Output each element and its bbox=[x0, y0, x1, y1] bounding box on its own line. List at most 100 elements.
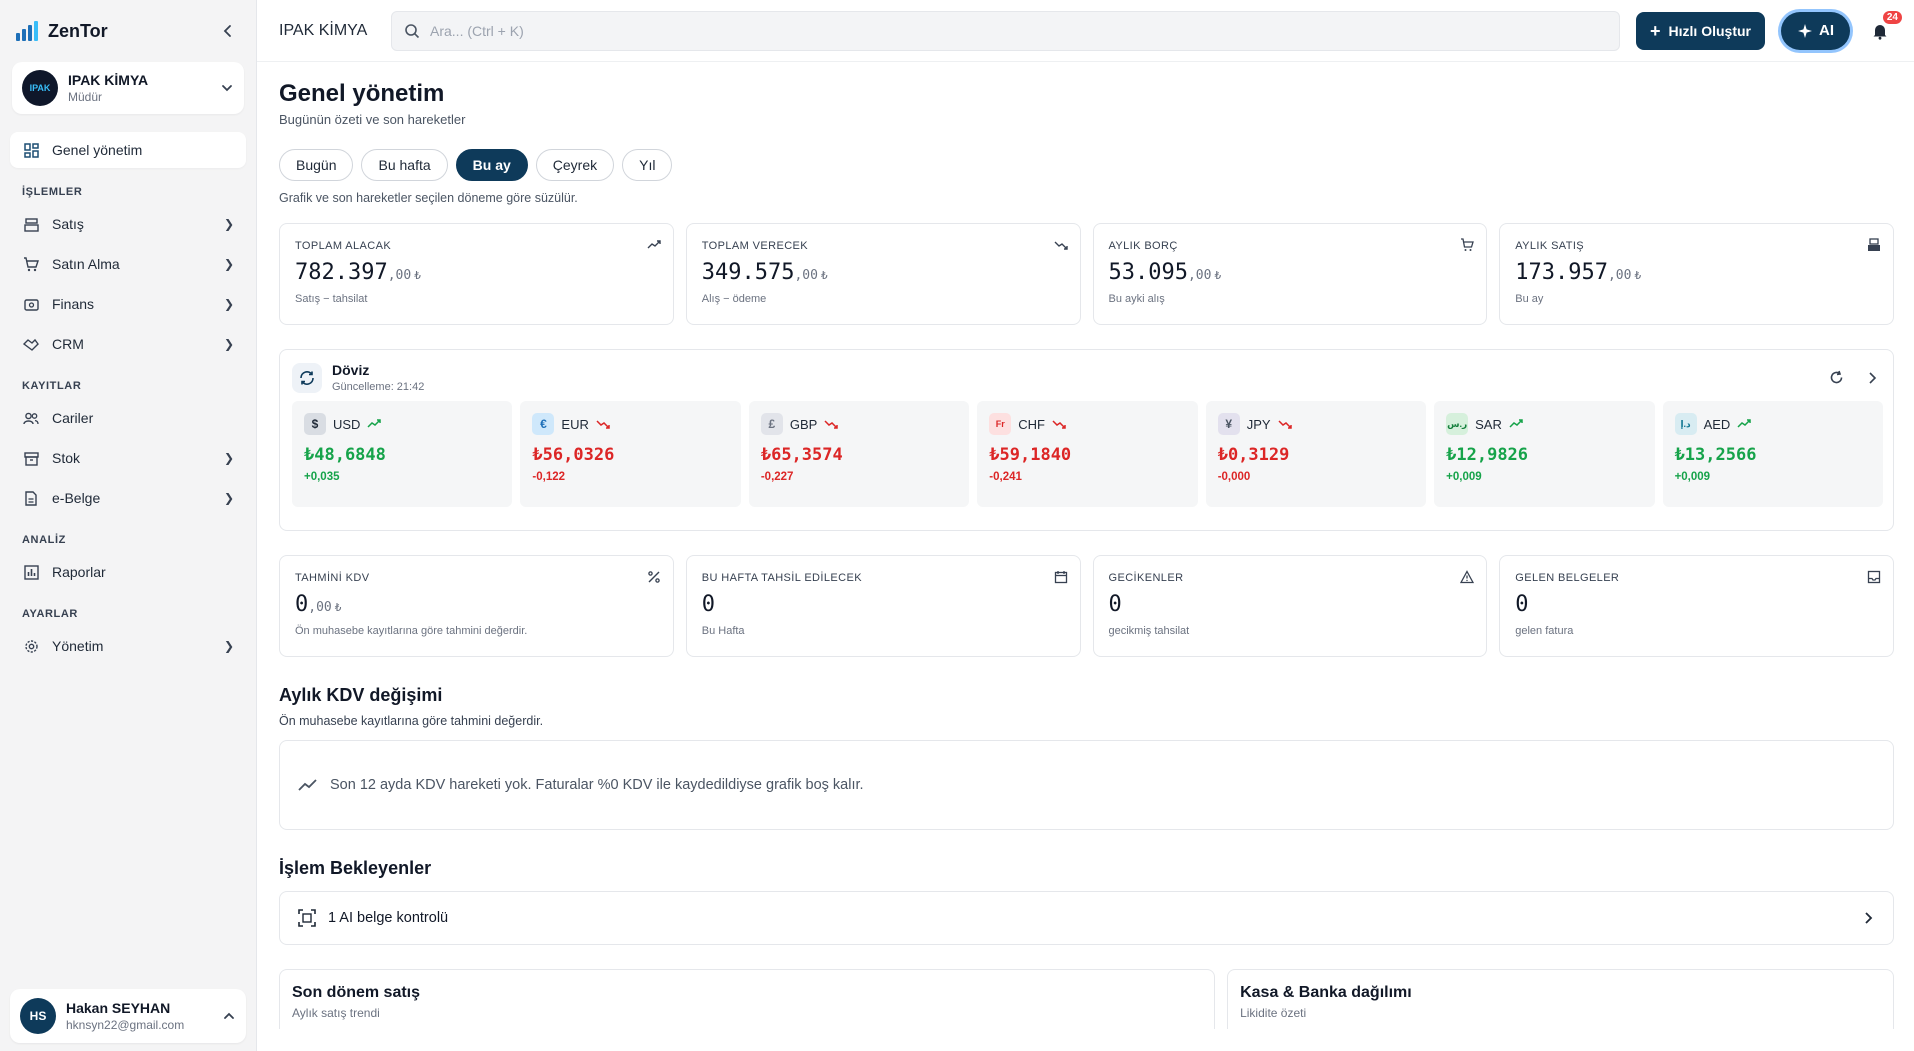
chevron-down-icon bbox=[222, 85, 232, 92]
ai-button[interactable]: AI bbox=[1781, 11, 1850, 50]
trend-down-icon bbox=[1054, 241, 1068, 250]
collapse-sidebar-button[interactable] bbox=[216, 19, 240, 43]
stat-decimal: ,00 bbox=[794, 268, 818, 283]
kdv-empty-message: Son 12 ayda KDV hareketi yok. Faturalar … bbox=[330, 777, 864, 793]
sidebar-item-ebelge[interactable]: e-Belge ❯ bbox=[10, 480, 246, 516]
stat-sub: Satış − tahsilat bbox=[295, 293, 368, 305]
trend-down-icon bbox=[1052, 420, 1066, 429]
user-menu[interactable]: HS Hakan SEYHAN hknsyn22@gmail.com bbox=[10, 989, 246, 1043]
currency-code: EUR bbox=[561, 416, 589, 432]
secondary-cards: TAHMİNİ KDV 0,00 ₺ Ön muhasebe kayıtların… bbox=[279, 555, 1894, 657]
period-note: Grafik ve son hareketler seçilen döneme … bbox=[279, 191, 578, 205]
search-box[interactable] bbox=[391, 10, 1621, 51]
company-logo: IPAK bbox=[22, 70, 58, 106]
company-logo-text: IPAK bbox=[29, 83, 51, 93]
stat-decimal: ,00 bbox=[1187, 268, 1212, 283]
topbar: IPAK KİMYA + Hızlı Oluştur AI 24 bbox=[257, 0, 1914, 62]
period-today-button[interactable]: Bugün bbox=[279, 149, 354, 181]
stat-value: 349.575 bbox=[701, 260, 795, 285]
company-role: Müdür bbox=[68, 90, 103, 104]
notifications-button[interactable]: 24 bbox=[1866, 10, 1902, 45]
sidebar-item-genel-yonetim[interactable]: Genel yönetim bbox=[10, 132, 246, 168]
currency-value: ₺0,3129 bbox=[1217, 445, 1290, 465]
kdv-chart-empty: Son 12 ayda KDV hareketi yok. Faturalar … bbox=[279, 740, 1894, 830]
currency-value: ₺65,3574 bbox=[760, 445, 843, 465]
currency-more-button[interactable] bbox=[1861, 367, 1883, 389]
currency-symbol-icon: £ bbox=[760, 413, 783, 435]
currency-symbol-icon: ر.س bbox=[1446, 413, 1469, 435]
currency-card-aed[interactable]: د.إ AED ₺13,2566 +0,009 bbox=[1662, 401, 1883, 507]
nav-section-kayitlar: KAYITLAR bbox=[22, 380, 82, 392]
quick-create-button[interactable]: + Hızlı Oluştur bbox=[1636, 11, 1765, 50]
currency-symbol-icon: Fr bbox=[989, 413, 1012, 435]
company-switcher[interactable]: IPAK IPAK KİMYA Müdür bbox=[12, 62, 244, 114]
currency-value: ₺59,1840 bbox=[989, 445, 1072, 465]
pending-ai-document-check[interactable]: 1 AI belge kontrolü bbox=[279, 891, 1894, 945]
sidebar-item-label: CRM bbox=[52, 336, 84, 352]
stat-card-toplam-alacak[interactable]: TOPLAM ALACAK 782.397,00 ₺ Satış − tahsil… bbox=[279, 223, 674, 325]
period-week-button[interactable]: Bu hafta bbox=[361, 149, 448, 181]
percent-icon bbox=[647, 571, 660, 583]
currency-card-gbp[interactable]: £ GBP ₺65,3574 -0,227 bbox=[748, 401, 970, 507]
document-icon bbox=[22, 489, 40, 507]
stat-currency: ₺ bbox=[1214, 269, 1222, 282]
currency-code: SAR bbox=[1475, 416, 1502, 432]
sidebar-item-cariler[interactable]: Cariler bbox=[10, 400, 246, 436]
sidebar-item-label: Genel yönetim bbox=[52, 142, 143, 158]
currency-card-eur[interactable]: € EUR ₺56,0326 -0,122 bbox=[520, 401, 741, 507]
stat-sub: Ön muhasebe kayıtlarına göre tahmini değ… bbox=[295, 625, 528, 637]
stat-card-aylik-satis[interactable]: AYLIK SATIŞ 173.957,00 ₺ Bu ay bbox=[1499, 223, 1894, 325]
stat-sub: Alış − ödeme bbox=[701, 293, 767, 305]
sidebar-item-raporlar[interactable]: Raporlar bbox=[10, 554, 246, 590]
currency-code: USD bbox=[333, 416, 361, 432]
trend-down-icon bbox=[824, 420, 839, 429]
currency-exchange-icon bbox=[292, 362, 322, 393]
recent-sales-card: Son dönem satış Aylık satış trendi bbox=[279, 969, 1216, 1029]
wallet-icon bbox=[22, 295, 40, 313]
ai-label: AI bbox=[1819, 22, 1834, 39]
sidebar-item-label: Satış bbox=[52, 216, 84, 232]
currency-card-jpy[interactable]: ¥ JPY ₺0,3129 -0,000 bbox=[1205, 401, 1427, 507]
users-icon bbox=[22, 409, 40, 427]
sidebar-item-stok[interactable]: Stok ❯ bbox=[10, 440, 246, 476]
search-input[interactable] bbox=[430, 22, 1608, 39]
refresh-button[interactable] bbox=[1825, 367, 1847, 389]
chevron-right-icon: ❯ bbox=[223, 451, 234, 465]
period-month-button[interactable]: Bu ay bbox=[455, 149, 528, 181]
currency-panel-title: Döviz bbox=[332, 362, 370, 378]
period-year-button[interactable]: Yıl bbox=[622, 149, 673, 181]
stat-value: 782.397 bbox=[295, 260, 388, 285]
stat-card-bu-hafta-tahsil[interactable]: BU HAFTA TAHSİL EDİLECEK 0 Bu Hafta bbox=[685, 555, 1081, 657]
sidebar-item-finans[interactable]: Finans ❯ bbox=[10, 286, 246, 322]
sidebar-nav: Genel yönetim İŞLEMLER Satış ❯ Satın Alm… bbox=[0, 114, 256, 664]
nav-section-islemler: İŞLEMLER bbox=[22, 186, 83, 198]
stat-sub: gelen fatura bbox=[1515, 625, 1574, 637]
currency-change: -0,241 bbox=[989, 471, 1022, 483]
currency-symbol-icon: د.إ bbox=[1674, 413, 1697, 435]
sidebar-item-crm[interactable]: CRM ❯ bbox=[10, 326, 246, 362]
page-subtitle: Bugünün özeti ve son hareketler bbox=[279, 112, 466, 127]
trend-up-icon bbox=[647, 240, 661, 249]
scan-document-icon bbox=[298, 909, 316, 927]
currency-card-sar[interactable]: ر.س SAR ₺12,9826 +0,009 bbox=[1434, 401, 1655, 507]
currency-card-chf[interactable]: Fr CHF ₺59,1840 -0,241 bbox=[977, 401, 1198, 507]
notification-count-badge: 24 bbox=[1882, 10, 1902, 24]
sidebar-item-label: Stok bbox=[52, 450, 81, 466]
stat-card-gecikenler[interactable]: GECİKENLER 0 gecikmiş tahsilat bbox=[1092, 555, 1488, 657]
sidebar-item-satis[interactable]: Satış ❯ bbox=[10, 206, 246, 242]
sidebar-item-satin-alma[interactable]: Satın Alma ❯ bbox=[10, 246, 246, 282]
stat-card-gelen-belgeler[interactable]: GELEN BELGELER 0 gelen fatura bbox=[1499, 555, 1894, 657]
stat-card-toplam-verecek[interactable]: TOPLAM VERECEK 349.575,00 ₺ Alış − ödeme bbox=[685, 223, 1081, 325]
stat-card-tahmini-kdv[interactable]: TAHMİNİ KDV 0,00 ₺ Ön muhasebe kayıtların… bbox=[279, 555, 674, 657]
currency-card-usd[interactable]: $ USD ₺48,6848 +0,035 bbox=[292, 401, 513, 507]
sidebar-item-yonetim[interactable]: Yönetim ❯ bbox=[10, 628, 246, 664]
sidebar-item-label: Yönetim bbox=[52, 638, 104, 654]
cash-bank-card: Kasa & Banka dağılımı Likidite özeti bbox=[1227, 969, 1894, 1029]
period-quarter-button[interactable]: Çeyrek bbox=[535, 149, 615, 181]
currency-value: ₺56,0326 bbox=[532, 445, 615, 465]
bottom-cards: Son dönem satış Aylık satış trendi Kasa … bbox=[279, 969, 1894, 1029]
stat-card-aylik-borc[interactable]: AYLIK BORÇ 53.095,00 ₺ Bu ayki alış bbox=[1092, 223, 1488, 325]
stat-label: TOPLAM VERECEK bbox=[701, 240, 809, 252]
chevron-left-icon bbox=[223, 25, 231, 37]
stat-decimal: ,00 bbox=[1607, 268, 1632, 283]
